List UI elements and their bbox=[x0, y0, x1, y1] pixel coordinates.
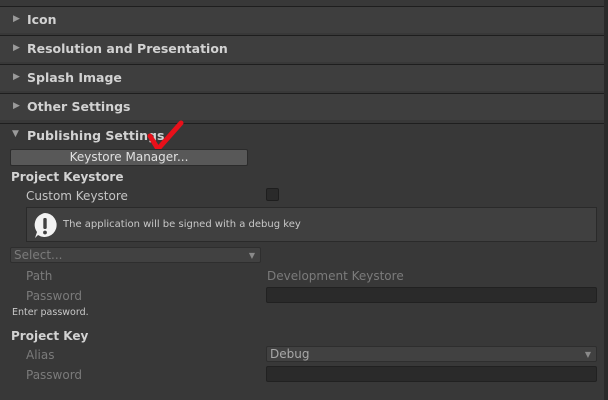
triangle-right-icon: ▶ bbox=[13, 101, 20, 111]
custom-keystore-checkbox[interactable] bbox=[266, 188, 279, 201]
triangle-right-icon: ▶ bbox=[13, 14, 20, 24]
foldout-title: Other Settings bbox=[27, 99, 131, 114]
keystore-select-dropdown[interactable]: Select... ▼ bbox=[10, 247, 261, 263]
enter-password-hint: Enter password. bbox=[12, 307, 89, 318]
keystore-manager-button[interactable]: Keystore Manager... bbox=[10, 149, 248, 166]
foldout-title: Publishing Settings bbox=[27, 128, 165, 143]
foldout-resolution-section[interactable]: ▶ Resolution and Presentation bbox=[0, 35, 604, 62]
foldout-title: Resolution and Presentation bbox=[27, 41, 228, 56]
foldout-icon-section[interactable]: ▶ Icon bbox=[0, 6, 604, 33]
chevron-down-icon: ▼ bbox=[584, 350, 591, 359]
debug-key-help-box: The application will be signed with a de… bbox=[26, 207, 597, 242]
foldout-title: Splash Image bbox=[27, 70, 122, 85]
help-message: The application will be signed with a de… bbox=[63, 219, 301, 230]
keystore-password-field[interactable] bbox=[266, 287, 597, 303]
foldout-publishing-section[interactable]: ▼ Publishing Settings bbox=[0, 124, 604, 146]
keystore-select-value: Select... bbox=[14, 248, 63, 262]
custom-keystore-label: Custom Keystore bbox=[26, 189, 128, 203]
foldout-splash-section[interactable]: ▶ Splash Image bbox=[0, 64, 604, 91]
foldout-title: Icon bbox=[27, 12, 57, 27]
project-keystore-heading: Project Keystore bbox=[11, 170, 124, 184]
scrollbar-track[interactable] bbox=[604, 0, 608, 400]
key-password-field[interactable] bbox=[266, 366, 597, 382]
triangle-right-icon: ▶ bbox=[13, 43, 20, 53]
keystore-password-label: Password bbox=[26, 289, 83, 303]
triangle-right-icon: ▶ bbox=[13, 72, 20, 82]
alias-label: Alias bbox=[26, 348, 55, 362]
path-label: Path bbox=[26, 269, 53, 283]
alias-value: Debug bbox=[270, 347, 310, 361]
key-password-label: Password bbox=[26, 368, 83, 382]
alias-dropdown[interactable]: Debug ▼ bbox=[266, 346, 597, 362]
path-value: Development Keystore bbox=[267, 269, 404, 283]
exclamation-icon bbox=[34, 213, 57, 238]
foldout-other-settings-section[interactable]: ▶ Other Settings bbox=[0, 93, 604, 120]
chevron-down-icon: ▼ bbox=[248, 251, 255, 260]
triangle-down-icon: ▼ bbox=[12, 129, 19, 139]
project-key-heading: Project Key bbox=[11, 329, 89, 343]
